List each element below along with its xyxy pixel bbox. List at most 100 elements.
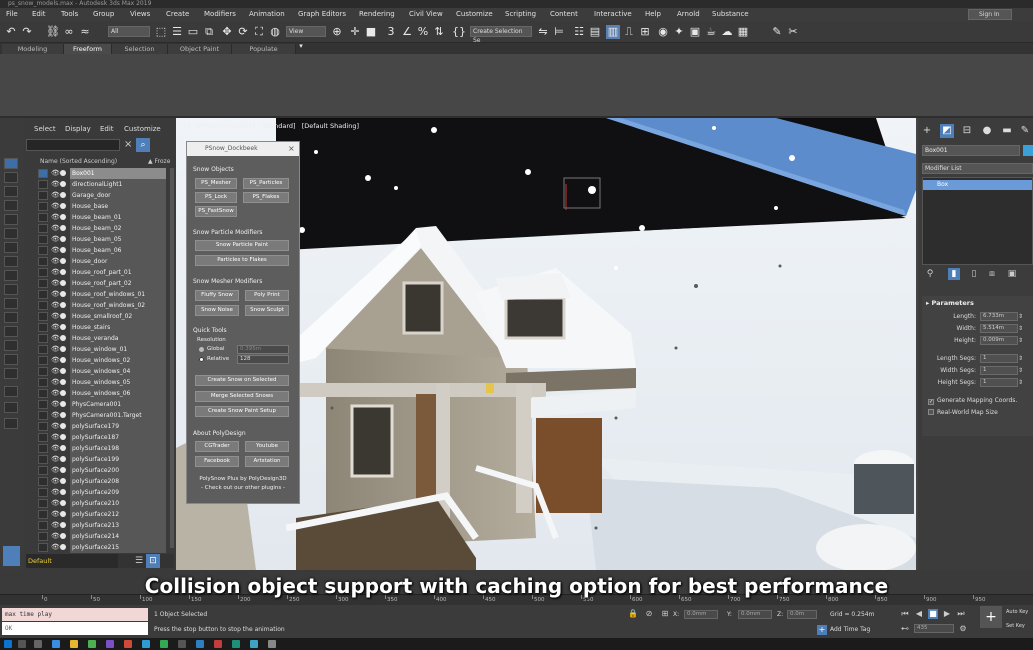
display-xrefs-icon[interactable] — [4, 270, 18, 281]
3ds-max-icon[interactable] — [250, 640, 258, 648]
visibility-eye-icon[interactable]: 👁 — [51, 224, 60, 232]
youtube-button[interactable]: Youtube — [245, 441, 289, 452]
display-invert-icon[interactable] — [4, 368, 18, 379]
display-all-toggle-icon[interactable] — [4, 340, 18, 351]
remove-modifier-icon[interactable]: ⧈ — [986, 268, 998, 280]
keyboard-shortcut-icon[interactable]: ■ — [364, 25, 378, 39]
display-space-warps-icon[interactable] — [4, 242, 18, 253]
renderable-dot-icon[interactable] — [60, 181, 66, 187]
snow-sculpt-button[interactable]: Snow Sculpt — [245, 305, 289, 316]
cgtrader-button[interactable]: CGTrader — [195, 441, 239, 452]
isolate-selection-icon[interactable]: ⊘ — [644, 609, 654, 619]
visibility-eye-icon[interactable]: 👁 — [51, 466, 60, 474]
list-item[interactable]: 👁 House_veranda — [38, 333, 166, 344]
menu-interactive[interactable]: Interactive — [594, 8, 632, 21]
visual-studio-icon[interactable] — [106, 640, 114, 648]
list-item[interactable]: 👁 House_base — [38, 201, 166, 212]
menu-edit[interactable]: Edit — [32, 8, 46, 21]
redo-icon[interactable]: ↷ — [20, 25, 34, 39]
renderable-dot-icon[interactable] — [60, 434, 66, 440]
sx-menu-edit[interactable]: Edit — [100, 123, 114, 135]
list-item[interactable]: 👁 House_door — [38, 256, 166, 267]
sx-menu-customize[interactable]: Customize — [124, 123, 161, 135]
visibility-eye-icon[interactable]: 👁 — [51, 411, 60, 419]
list-item[interactable]: 👁 House_roof_windows_01 — [38, 289, 166, 300]
renderable-dot-icon[interactable] — [60, 489, 66, 495]
menu-views[interactable]: Views — [130, 8, 150, 21]
renderable-dot-icon[interactable] — [60, 379, 66, 385]
list-item[interactable]: 👁 House_smallroof_02 — [38, 311, 166, 322]
renderable-dot-icon[interactable] — [60, 269, 66, 275]
list-item[interactable]: 👁 PhysCamera001 — [38, 399, 166, 410]
visibility-eye-icon[interactable]: 👁 — [51, 323, 60, 331]
list-item[interactable]: 👁 polySurface208 — [38, 476, 166, 487]
visibility-eye-icon[interactable]: 👁 — [51, 455, 60, 463]
mirror-icon[interactable]: ⇋ — [536, 25, 550, 39]
renderable-dot-icon[interactable] — [60, 522, 66, 528]
menu-help[interactable]: Help — [645, 8, 661, 21]
list-item[interactable]: 👁 polySurface214 — [38, 531, 166, 542]
renderable-dot-icon[interactable] — [60, 357, 66, 363]
select-rotate-icon[interactable]: ⟳ — [236, 25, 250, 39]
select-move-icon[interactable]: ✥ — [220, 25, 234, 39]
display-helpers-icon[interactable] — [4, 228, 18, 239]
sync-selection-icon[interactable] — [4, 386, 18, 397]
list-item[interactable]: 👁 polySurface198 — [38, 443, 166, 454]
visibility-eye-icon[interactable]: 👁 — [51, 290, 60, 298]
visibility-eye-icon[interactable]: 👁 — [51, 345, 60, 353]
render-in-cloud-icon[interactable]: ☁ — [720, 25, 734, 39]
modifier-list-dropdown[interactable]: Modifier List — [922, 163, 1033, 174]
select-object-icon[interactable]: ⬚ — [154, 25, 168, 39]
list-item[interactable]: 👁 House_beam_06 — [38, 245, 166, 256]
display-all-icon[interactable] — [4, 158, 18, 169]
modify-panel-icon[interactable]: ◩ — [940, 124, 954, 138]
frozen-column-header[interactable]: ▲ Froze — [148, 157, 170, 166]
renderable-dot-icon[interactable] — [60, 236, 66, 242]
file-explorer-icon[interactable] — [70, 640, 78, 648]
pin-stack-icon[interactable]: ⚲ — [924, 268, 936, 280]
polysnow-close-icon[interactable]: × — [288, 142, 295, 156]
snow-noise-button[interactable]: Snow Noise — [195, 305, 239, 316]
menu-graph-editors[interactable]: Graph Editors — [298, 8, 346, 21]
width-input[interactable]: 5.514m — [980, 324, 1018, 333]
app-icon-3[interactable] — [178, 640, 186, 648]
list-item[interactable]: 👁 House_roof_part_01 — [38, 267, 166, 278]
visibility-eye-icon[interactable]: 👁 — [51, 400, 60, 408]
viewport-menu-plus[interactable]: [+] — [180, 122, 191, 130]
search-icon[interactable] — [18, 640, 26, 648]
schematic-view-icon[interactable]: ⊞ — [638, 25, 652, 39]
selection-lock-icon[interactable]: 🔒 — [628, 609, 638, 619]
object-name-field[interactable]: Box001 — [922, 145, 1020, 156]
app-icon-5[interactable] — [214, 640, 222, 648]
current-frame-input[interactable]: 435 — [914, 624, 954, 633]
list-item[interactable]: 👁 House_beam_01 — [38, 212, 166, 223]
list-item[interactable]: 👁 polySurface209 — [38, 487, 166, 498]
curve-editor-icon[interactable]: ⎍ — [622, 25, 636, 39]
ps-mesher-button[interactable]: PS_Mesher — [195, 178, 237, 189]
visibility-eye-icon[interactable]: 👁 — [51, 488, 60, 496]
viewport-display-label[interactable]: [Default Shading] — [302, 122, 359, 130]
ribbon-options-icon[interactable]: ▾ — [296, 41, 306, 51]
menu-civil-view[interactable]: Civil View — [409, 8, 443, 21]
height-input[interactable]: 0.009m — [980, 336, 1018, 345]
menu-modifiers[interactable]: Modifiers — [204, 8, 236, 21]
display-lights-icon[interactable] — [4, 200, 18, 211]
percent-snap-icon[interactable]: % — [416, 25, 430, 39]
renderable-dot-icon[interactable] — [60, 291, 66, 297]
spinner-snap-icon[interactable]: ⇅ — [432, 25, 446, 39]
toggle-scene-explorer-icon[interactable]: ☷ — [572, 25, 586, 39]
renderable-dot-icon[interactable] — [60, 346, 66, 352]
scene-explorer-mode-icon[interactable]: ⊡ — [146, 554, 160, 568]
facebook-button[interactable]: Facebook — [195, 456, 239, 467]
poly-print-button[interactable]: Poly Print — [245, 290, 289, 301]
create-snow-paint-setup-button[interactable]: Create Snow Paint Setup — [195, 406, 289, 417]
select-scale-icon[interactable]: ⛶ — [252, 25, 266, 39]
motion-panel-icon[interactable]: ● — [980, 124, 994, 138]
undo-icon[interactable]: ↶ — [4, 25, 18, 39]
scene-search-input[interactable] — [26, 139, 120, 151]
list-item[interactable]: 👁 House_window_01 — [38, 344, 166, 355]
renderable-dot-icon[interactable] — [60, 544, 66, 550]
renderable-dot-icon[interactable] — [60, 467, 66, 473]
renderable-dot-icon[interactable] — [60, 280, 66, 286]
tab-selection[interactable]: Selection — [112, 44, 168, 54]
